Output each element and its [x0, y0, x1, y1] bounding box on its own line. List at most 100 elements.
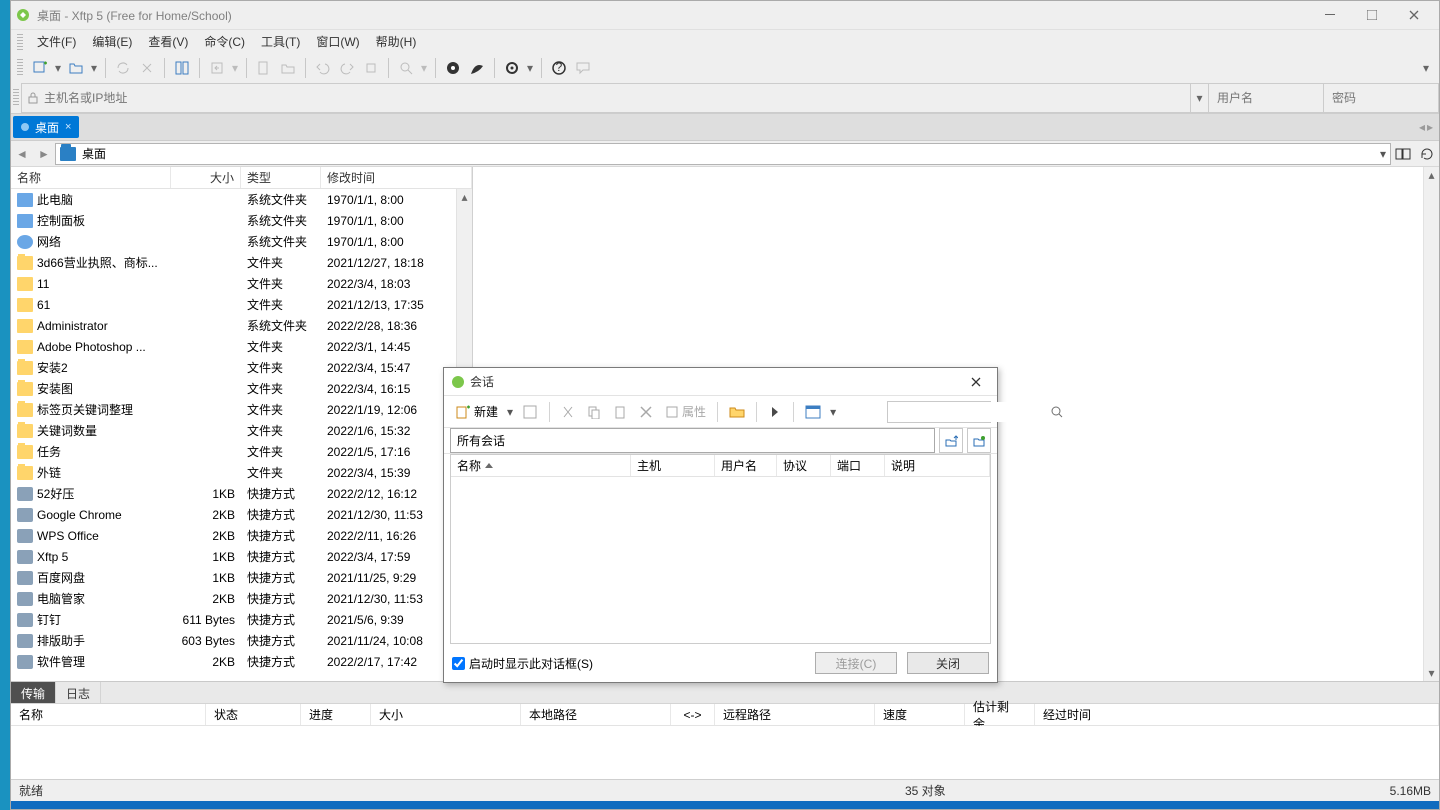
properties-button[interactable]: 属性	[660, 400, 711, 424]
file-row[interactable]: 安装2文件夹2022/3/4, 15:47	[11, 357, 472, 378]
maximize-button[interactable]	[1351, 1, 1393, 29]
show-on-start-input[interactable]	[452, 657, 465, 670]
tab-scroll-left[interactable]: ◂	[1419, 120, 1425, 134]
transfer-left-dropdown[interactable]: ▾	[230, 57, 240, 79]
editor-button[interactable]	[466, 57, 488, 79]
file-row[interactable]: Administrator系统文件夹2022/2/28, 18:36	[11, 315, 472, 336]
path-dropdown-icon[interactable]: ▾	[1380, 147, 1386, 161]
menu-help[interactable]: 帮助(H)	[368, 30, 425, 53]
new-file-button[interactable]	[253, 57, 275, 79]
dialog-path-combo[interactable]: 所有会话	[450, 428, 935, 453]
password-input[interactable]	[1332, 91, 1430, 105]
new-session-dropdown[interactable]: ▾	[53, 57, 63, 79]
dialog-search-input[interactable]	[888, 402, 1051, 422]
redo-button[interactable]	[336, 57, 358, 79]
chat-button[interactable]	[572, 57, 594, 79]
transfer-body[interactable]	[11, 726, 1439, 779]
tab-scroll-right[interactable]: ▸	[1427, 120, 1433, 134]
scroll-track[interactable]	[1424, 183, 1439, 665]
file-row[interactable]: 3d66营业执照、商标...文件夹2021/12/27, 18:18	[11, 252, 472, 273]
tab-close-icon[interactable]: ×	[65, 121, 71, 133]
tcol-status[interactable]: 状态	[206, 704, 301, 725]
tcol-name[interactable]: 名称	[11, 704, 206, 725]
tcol-eta[interactable]: 估计剩余...	[965, 704, 1035, 725]
file-row[interactable]: Google Chrome2KB快捷方式2021/12/30, 11:53	[11, 504, 472, 525]
path-combo[interactable]: 桌面 ▾	[55, 143, 1391, 165]
view-mode-button[interactable]	[800, 400, 826, 424]
file-row[interactable]: 网络系统文件夹1970/1/1, 8:00	[11, 231, 472, 252]
close-button[interactable]	[1393, 1, 1435, 29]
open-button[interactable]	[65, 57, 87, 79]
open-dropdown[interactable]: ▾	[89, 57, 99, 79]
tab-log[interactable]: 日志	[56, 682, 101, 703]
search-icon[interactable]	[1051, 406, 1063, 418]
disconnect-button[interactable]	[136, 57, 158, 79]
dcol-host[interactable]: 主机	[631, 455, 715, 476]
cut-button[interactable]	[556, 400, 580, 424]
menu-file[interactable]: 文件(F)	[29, 30, 84, 53]
file-row[interactable]: 11文件夹2022/3/4, 18:03	[11, 273, 472, 294]
file-row[interactable]: 钉钉611 Bytes快捷方式2021/5/6, 9:39	[11, 609, 472, 630]
col-type[interactable]: 类型	[241, 167, 321, 188]
undo-button[interactable]	[312, 57, 334, 79]
quick-connect-button[interactable]	[763, 400, 787, 424]
tcol-localpath[interactable]: 本地路径	[521, 704, 671, 725]
tcol-elapsed[interactable]: 经过时间	[1035, 704, 1439, 725]
sessions-list[interactable]: 名称 主机 用户名 协议 端口 说明	[450, 454, 991, 644]
sync-button[interactable]	[171, 57, 193, 79]
view-mode-dropdown[interactable]: ▾	[828, 405, 838, 419]
tcol-direction[interactable]: <->	[671, 704, 715, 725]
menu-tools[interactable]: 工具(T)	[253, 30, 308, 53]
file-row[interactable]: 此电脑系统文件夹1970/1/1, 8:00	[11, 189, 472, 210]
new-folder-button[interactable]	[967, 428, 991, 453]
dcol-name[interactable]: 名称	[451, 455, 631, 476]
scroll-down-icon[interactable]: ▾	[1424, 665, 1439, 681]
copy-button[interactable]	[582, 400, 606, 424]
nav-forward-button[interactable]: ►	[33, 143, 55, 165]
file-list[interactable]: 此电脑系统文件夹1970/1/1, 8:00控制面板系统文件夹1970/1/1,…	[11, 189, 472, 681]
new-session-button[interactable]	[29, 57, 51, 79]
find-button[interactable]	[395, 57, 417, 79]
file-row[interactable]: 外链文件夹2022/3/4, 15:39	[11, 462, 472, 483]
tcol-progress[interactable]: 进度	[301, 704, 371, 725]
username-input[interactable]	[1217, 91, 1315, 105]
new-session-button[interactable]: 新建	[450, 400, 503, 424]
dcol-proto[interactable]: 协议	[777, 455, 831, 476]
delete-button[interactable]	[634, 400, 658, 424]
file-row[interactable]: 任务文件夹2022/1/5, 17:16	[11, 441, 472, 462]
nav-back-button[interactable]: ◄	[11, 143, 33, 165]
file-row[interactable]: 电脑管家2KB快捷方式2021/12/30, 11:53	[11, 588, 472, 609]
terminal-button[interactable]	[442, 57, 464, 79]
tab-transfer[interactable]: 传输	[11, 682, 56, 703]
col-date[interactable]: 修改时间	[321, 167, 472, 188]
scroll-up-icon[interactable]: ▴	[1424, 167, 1439, 183]
toggle-tree-button[interactable]	[1391, 143, 1415, 165]
reconnect-button[interactable]	[112, 57, 134, 79]
tab-desktop[interactable]: 桌面 ×	[13, 116, 79, 138]
connect-button[interactable]: 连接(C)	[815, 652, 897, 674]
dcol-port[interactable]: 端口	[831, 455, 885, 476]
file-row[interactable]: 52好压1KB快捷方式2022/2/12, 16:12	[11, 483, 472, 504]
toolbar-overflow[interactable]: ▾	[1419, 53, 1433, 83]
new-session-dropdown[interactable]: ▾	[505, 405, 515, 419]
stop-button[interactable]	[360, 57, 382, 79]
options-button[interactable]	[501, 57, 523, 79]
file-row[interactable]: Xftp 51KB快捷方式2022/3/4, 17:59	[11, 546, 472, 567]
host-input[interactable]	[44, 84, 1190, 112]
help-button[interactable]: ?	[548, 57, 570, 79]
file-row[interactable]: 61文件夹2021/12/13, 17:35	[11, 294, 472, 315]
dcol-desc[interactable]: 说明	[885, 455, 990, 476]
close-dialog-button[interactable]: 关闭	[907, 652, 989, 674]
tcol-remotepath[interactable]: 远程路径	[715, 704, 875, 725]
menu-command[interactable]: 命令(C)	[196, 30, 253, 53]
minimize-button[interactable]	[1309, 1, 1351, 29]
menu-view[interactable]: 查看(V)	[140, 30, 196, 53]
save-button[interactable]	[517, 400, 543, 424]
menu-window[interactable]: 窗口(W)	[308, 30, 367, 53]
file-row[interactable]: 标签页关键词整理文件夹2022/1/19, 12:06	[11, 399, 472, 420]
file-row[interactable]: 排版助手603 Bytes快捷方式2021/11/24, 10:08	[11, 630, 472, 651]
file-row[interactable]: 软件管理2KB快捷方式2022/2/17, 17:42	[11, 651, 472, 672]
dcol-user[interactable]: 用户名	[715, 455, 777, 476]
show-on-start-checkbox[interactable]: 启动时显示此对话框(S)	[452, 655, 593, 672]
file-row[interactable]: 关键词数量文件夹2022/1/6, 15:32	[11, 420, 472, 441]
